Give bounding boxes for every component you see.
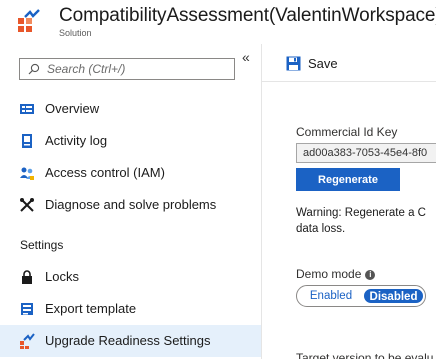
- solution-analytics-icon: [18, 9, 40, 32]
- warning-line-1: Warning: Regenerate a C: [296, 207, 426, 219]
- sidebar-item-overview[interactable]: Overview: [0, 93, 261, 125]
- settings-form: Commercial Id Key Regenerate Warning: Re…: [262, 83, 436, 359]
- info-icon[interactable]: i: [365, 269, 376, 280]
- blade-header: CompatibilityAssessment(ValentinWorkspac…: [0, 0, 436, 44]
- search-icon: [28, 63, 40, 75]
- lock-icon: [22, 270, 32, 284]
- sidebar-item-label: Upgrade Readiness Settings: [45, 333, 211, 348]
- regenerate-button[interactable]: Regenerate: [296, 168, 400, 191]
- main-panel: Save Commercial Id Key Regenerate Warnin…: [262, 44, 436, 359]
- sidebar-item-label: Access control (IAM): [45, 165, 165, 180]
- warning-line-2: data loss.: [296, 223, 346, 235]
- sidebar-item-label: Locks: [45, 269, 79, 284]
- demo-mode-disabled-option[interactable]: Disabled: [363, 288, 424, 304]
- demo-mode-label: Demo mode: [296, 267, 362, 281]
- wrench-icon: [20, 198, 34, 212]
- toolbar: Save: [262, 44, 436, 82]
- section-header-settings: Settings: [20, 238, 64, 252]
- page-title: CompatibilityAssessment(ValentinWorkspac…: [59, 5, 436, 26]
- sidebar: « Overview Activity log Access control (: [0, 44, 262, 359]
- sidebar-item-label: Overview: [45, 101, 100, 116]
- sidebar-item-upgrade-readiness[interactable]: Upgrade Readiness Settings: [0, 325, 261, 357]
- warning-text: Warning: Regenerate a C data loss.: [296, 205, 436, 237]
- overview-icon: [20, 104, 34, 114]
- save-icon: [286, 56, 301, 71]
- sidebar-item-diagnose[interactable]: Diagnose and solve problems: [0, 189, 261, 221]
- sidebar-item-activity-log[interactable]: Activity log: [0, 125, 261, 157]
- save-label: Save: [308, 56, 338, 71]
- search-box[interactable]: [19, 58, 235, 80]
- page-subtitle: Solution: [59, 28, 92, 38]
- demo-mode-label-row: Demo mode i: [296, 267, 376, 281]
- sidebar-item-label: Diagnose and solve problems: [45, 197, 217, 212]
- iam-icon: [20, 167, 34, 180]
- demo-mode-toggle[interactable]: Enabled Disabled: [296, 285, 426, 307]
- sidebar-item-locks[interactable]: Locks: [0, 261, 261, 293]
- export-template-icon: [21, 303, 33, 315]
- target-version-label: Target version to be evalu: [296, 351, 434, 359]
- collapse-sidebar-button[interactable]: «: [242, 50, 250, 64]
- sidebar-item-access-control[interactable]: Access control (IAM): [0, 157, 261, 189]
- sidebar-item-export-template[interactable]: Export template: [0, 293, 261, 325]
- sidebar-item-label: Export template: [45, 301, 137, 316]
- demo-mode-enabled-option[interactable]: Enabled: [302, 288, 360, 304]
- commercial-id-label: Commercial Id Key: [296, 125, 398, 139]
- activity-log-icon: [22, 134, 32, 148]
- search-input[interactable]: [47, 61, 227, 77]
- commercial-id-field[interactable]: [296, 143, 436, 163]
- sidebar-item-label: Activity log: [45, 133, 108, 148]
- upgrade-readiness-icon: [20, 333, 35, 349]
